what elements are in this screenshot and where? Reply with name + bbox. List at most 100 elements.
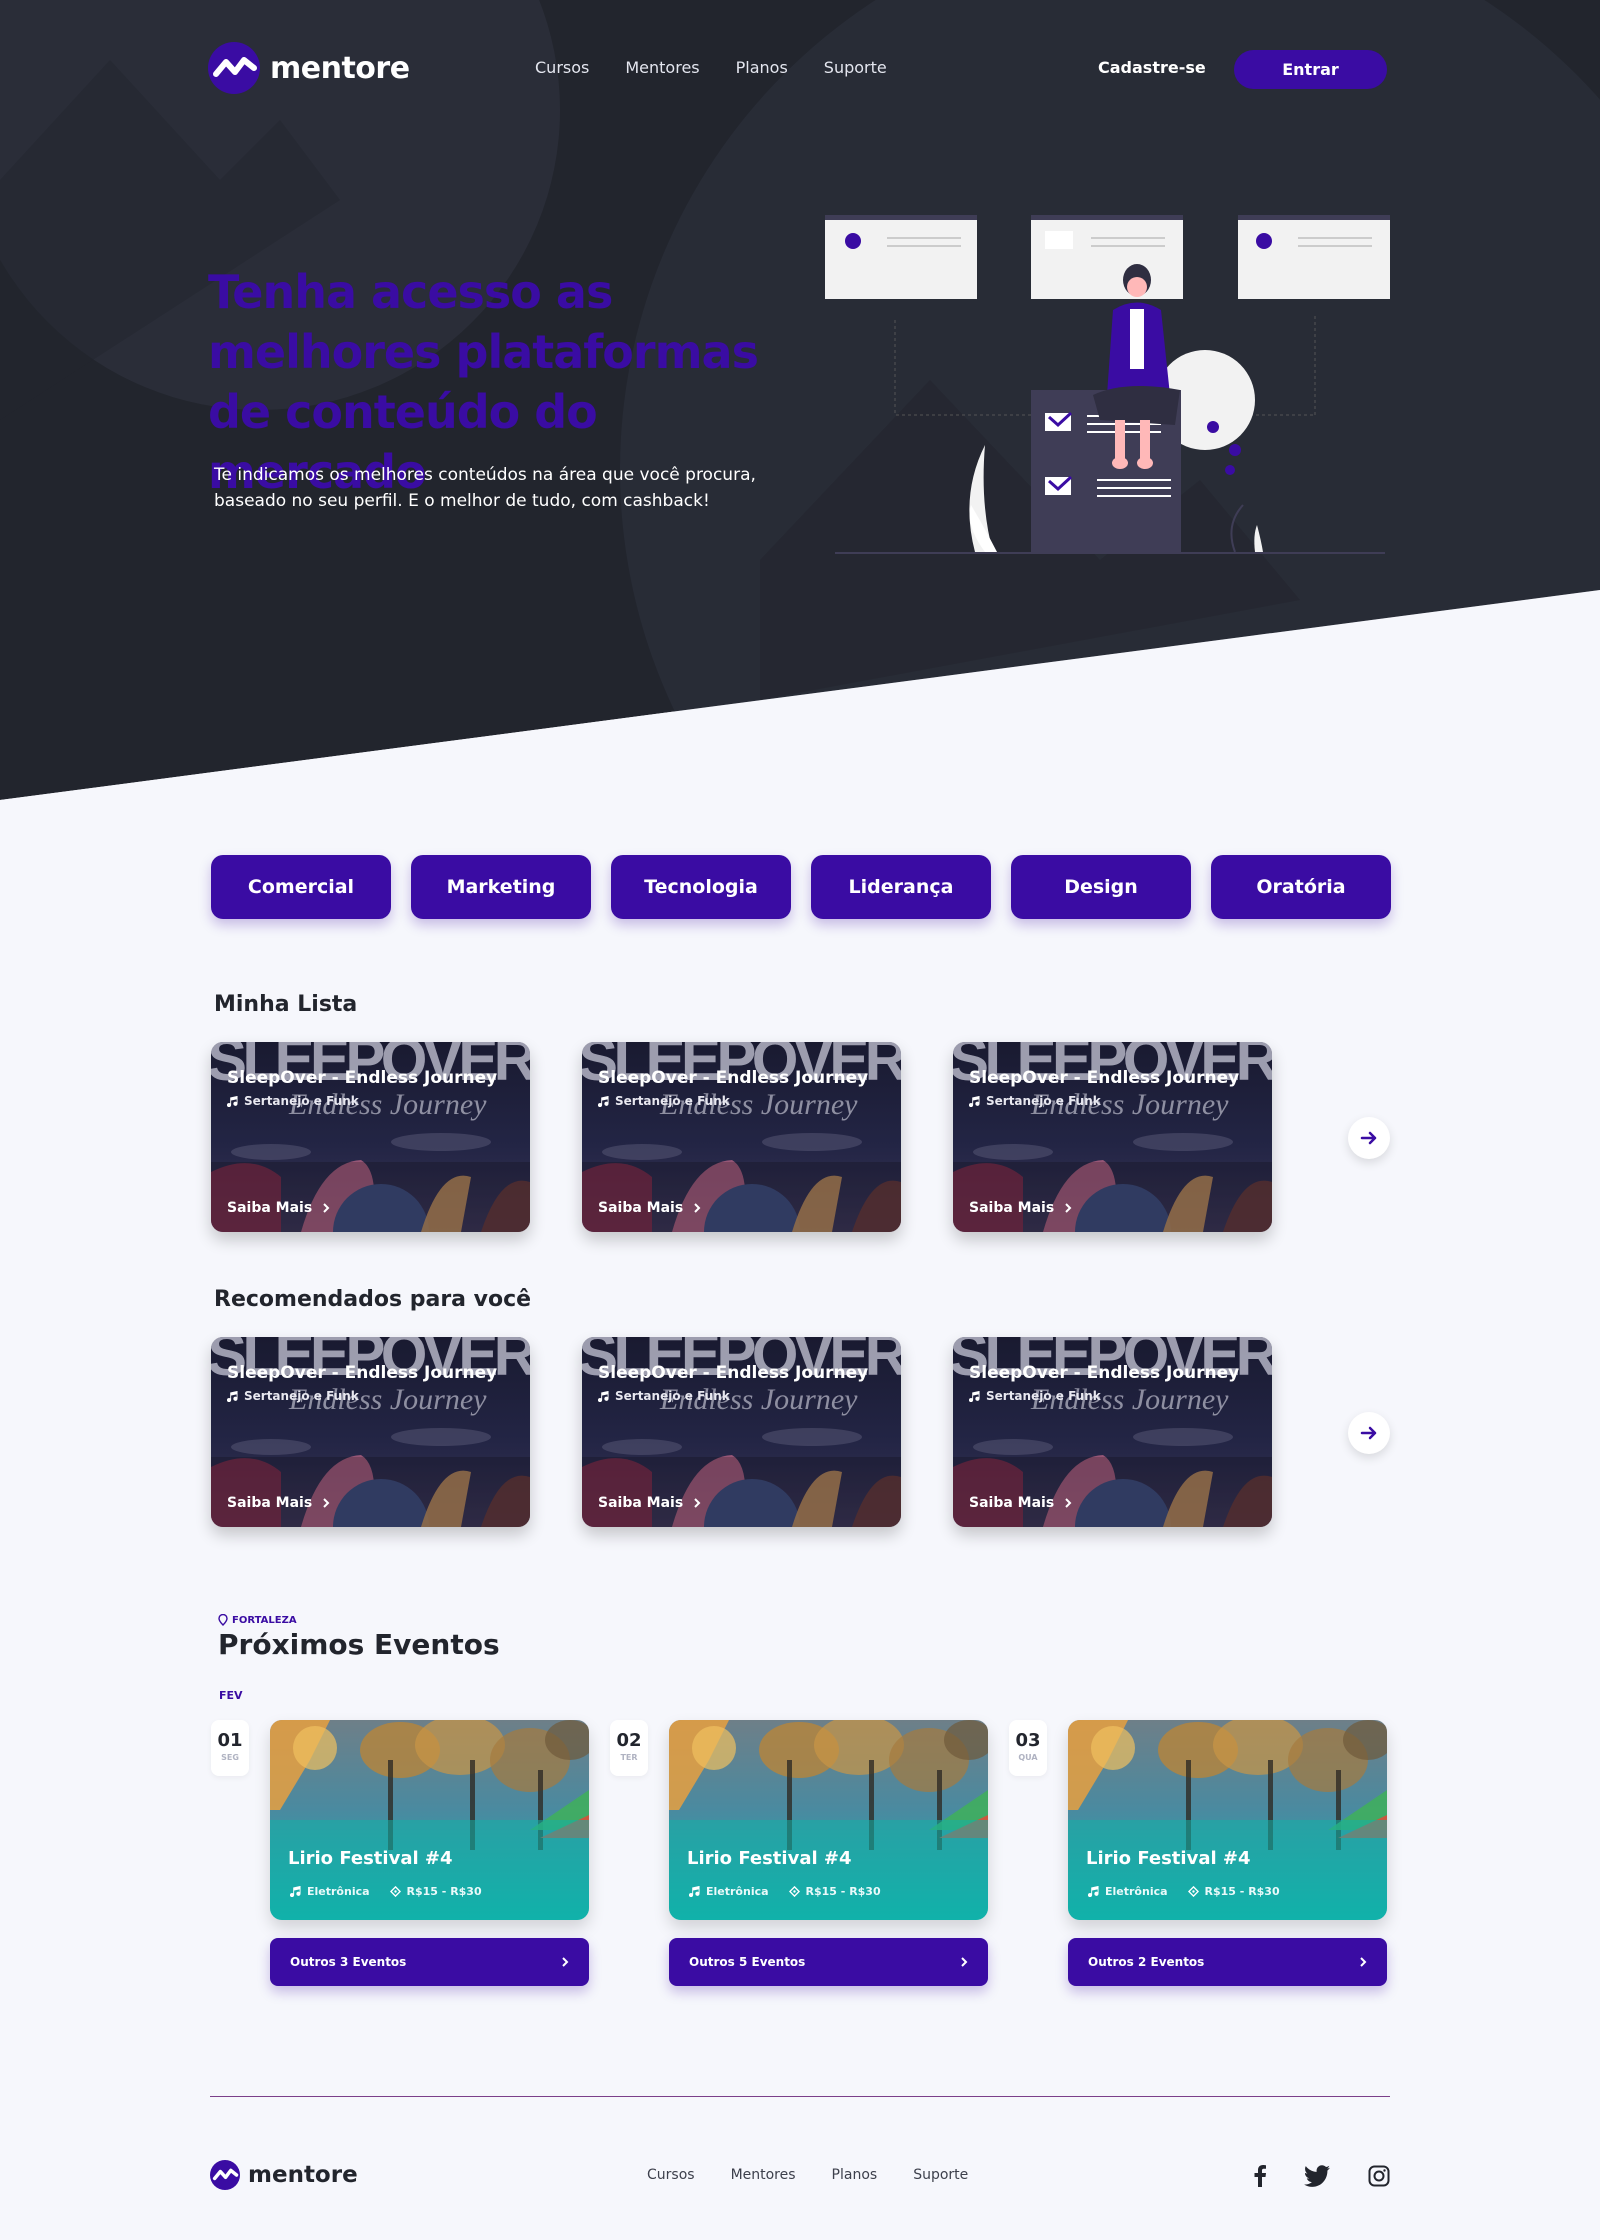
content-card[interactable]: SLEEPOVER Endless Journey SleepOver - Endl…: [582, 1042, 901, 1232]
footer-link-planos[interactable]: Planos: [832, 2167, 878, 2183]
footer-link-mentores[interactable]: Mentores: [731, 2167, 796, 2183]
content-card[interactable]: SLEEPOVER Endless Journey SleepOver - Endl…: [953, 1337, 1272, 1527]
ticket-icon: [788, 1886, 800, 1897]
music-note-icon: [227, 1390, 238, 1402]
instagram-link[interactable]: [1364, 2161, 1394, 2191]
event-weekday: QUA: [1018, 1753, 1038, 1762]
event-city: FORTALEZA: [218, 1614, 297, 1626]
chevron-right-icon: [694, 1498, 701, 1508]
event-card[interactable]: Lirio Festival #4 Eletrônica R$15 - R$30: [270, 1720, 589, 1920]
chevron-right-icon: [1360, 1957, 1367, 1967]
card-title: SleepOver - Endless Journey: [227, 1363, 498, 1383]
card-more-link[interactable]: Saiba Mais: [969, 1200, 1072, 1216]
facebook-link[interactable]: [1245, 2161, 1275, 2191]
category-design[interactable]: Design: [1011, 855, 1191, 919]
arrow-right-icon: [1360, 1426, 1377, 1440]
category-marketing[interactable]: Marketing: [411, 855, 591, 919]
signup-link[interactable]: Cadastre-se: [1098, 58, 1206, 77]
card-genre-label: Sertanejo e Funk: [986, 1094, 1101, 1108]
recommended-row: SLEEPOVER Endless Journey SleepOver - Endl…: [211, 1337, 1272, 1527]
footer-links: Cursos Mentores Planos Suporte: [647, 2167, 968, 2183]
chevron-right-icon: [1065, 1498, 1072, 1508]
card-more-label: Saiba Mais: [598, 1200, 684, 1216]
event-date: 03 QUA: [1009, 1720, 1047, 1776]
card-title: SleepOver - Endless Journey: [598, 1363, 869, 1383]
card-title: SleepOver - Endless Journey: [227, 1068, 498, 1088]
facebook-icon: [1254, 2165, 1266, 2187]
card-more-link[interactable]: Saiba Mais: [969, 1495, 1072, 1511]
footer-divider: [210, 2096, 1390, 2097]
other-events-button[interactable]: Outros 5 Eventos: [669, 1938, 988, 1986]
logo[interactable]: mentore: [208, 42, 410, 94]
other-events-button[interactable]: Outros 2 Eventos: [1068, 1938, 1387, 1986]
content-card[interactable]: SLEEPOVER Endless Journey SleepOver - Endl…: [211, 1042, 530, 1232]
content-card[interactable]: SLEEPOVER Endless Journey SleepOver - Endl…: [211, 1337, 530, 1527]
category-comercial[interactable]: Comercial: [211, 855, 391, 919]
music-note-icon: [969, 1390, 980, 1402]
footer-link-suporte[interactable]: Suporte: [913, 2167, 968, 2183]
category-tecnologia[interactable]: Tecnologia: [611, 855, 791, 919]
event-meta: Eletrônica R$15 - R$30: [689, 1885, 881, 1898]
category-oratoria[interactable]: Oratória: [1211, 855, 1391, 919]
my-list-row: SLEEPOVER Endless Journey SleepOver - Endl…: [211, 1042, 1272, 1232]
event-card[interactable]: Lirio Festival #4 Eletrônica R$15 - R$30: [669, 1720, 988, 1920]
card-more-link[interactable]: Saiba Mais: [227, 1200, 330, 1216]
logo-icon: [208, 42, 260, 94]
card-more-label: Saiba Mais: [969, 1200, 1055, 1216]
card-more-label: Saiba Mais: [969, 1495, 1055, 1511]
location-pin-icon: [218, 1614, 228, 1626]
card-more-link[interactable]: Saiba Mais: [227, 1495, 330, 1511]
music-note-icon: [1088, 1886, 1099, 1897]
chevron-right-icon: [323, 1203, 330, 1213]
card-more-label: Saiba Mais: [598, 1495, 684, 1511]
content-card[interactable]: SLEEPOVER Endless Journey SleepOver - Endl…: [582, 1337, 901, 1527]
card-more-link[interactable]: Saiba Mais: [598, 1200, 701, 1216]
footer-logo[interactable]: mentore: [210, 2160, 358, 2190]
other-events-label: Outros 2 Eventos: [1088, 1955, 1205, 1969]
footer-logo-text: mentore: [248, 2162, 358, 2188]
arrow-right-icon: [1360, 1131, 1377, 1145]
nav-link-suporte[interactable]: Suporte: [824, 58, 887, 77]
card-more-label: Saiba Mais: [227, 1200, 313, 1216]
other-events-button[interactable]: Outros 3 Eventos: [270, 1938, 589, 1986]
nav-link-cursos[interactable]: Cursos: [535, 58, 589, 77]
event-meta: Eletrônica R$15 - R$30: [1088, 1885, 1280, 1898]
recommended-title: Recomendados para você: [214, 1287, 532, 1312]
content-card[interactable]: SLEEPOVER Endless Journey SleepOver - Endl…: [953, 1042, 1272, 1232]
category-lideranca[interactable]: Liderança: [811, 855, 991, 919]
event-genre: Eletrônica: [1105, 1885, 1168, 1898]
twitter-icon: [1304, 2165, 1330, 2187]
login-button[interactable]: Entrar: [1234, 50, 1387, 89]
recommended-next-button[interactable]: [1348, 1412, 1390, 1454]
card-genre: Sertanejo e Funk: [227, 1094, 359, 1108]
card-genre-label: Sertanejo e Funk: [615, 1389, 730, 1403]
nav-link-mentores[interactable]: Mentores: [625, 58, 699, 77]
event-card[interactable]: Lirio Festival #4 Eletrônica R$15 - R$30: [1068, 1720, 1387, 1920]
ticket-icon: [1187, 1886, 1199, 1897]
event-genre: Eletrônica: [307, 1885, 370, 1898]
card-more-link[interactable]: Saiba Mais: [598, 1495, 701, 1511]
twitter-link[interactable]: [1302, 2161, 1332, 2191]
logo-text: mentore: [270, 50, 410, 86]
music-note-icon: [598, 1095, 609, 1107]
chevron-right-icon: [562, 1957, 569, 1967]
card-title: SleepOver - Endless Journey: [598, 1068, 869, 1088]
event-day: 02: [616, 1730, 642, 1751]
hero-section: mentore Cursos Mentores Planos Suporte C…: [0, 0, 1600, 800]
events-month: FEV: [219, 1689, 243, 1702]
card-more-label: Saiba Mais: [227, 1495, 313, 1511]
card-genre: Sertanejo e Funk: [227, 1389, 359, 1403]
nav-link-planos[interactable]: Planos: [736, 58, 788, 77]
music-note-icon: [969, 1095, 980, 1107]
card-genre: Sertanejo e Funk: [969, 1389, 1101, 1403]
my-list-next-button[interactable]: [1348, 1117, 1390, 1159]
music-note-icon: [227, 1095, 238, 1107]
chevron-right-icon: [961, 1957, 968, 1967]
event-price: R$15 - R$30: [1204, 1885, 1280, 1898]
footer-link-cursos[interactable]: Cursos: [647, 2167, 695, 2183]
card-genre-label: Sertanejo e Funk: [244, 1094, 359, 1108]
logo-icon: [210, 2160, 240, 2190]
card-genre: Sertanejo e Funk: [598, 1389, 730, 1403]
event-weekday: TER: [620, 1753, 638, 1762]
chevron-right-icon: [694, 1203, 701, 1213]
